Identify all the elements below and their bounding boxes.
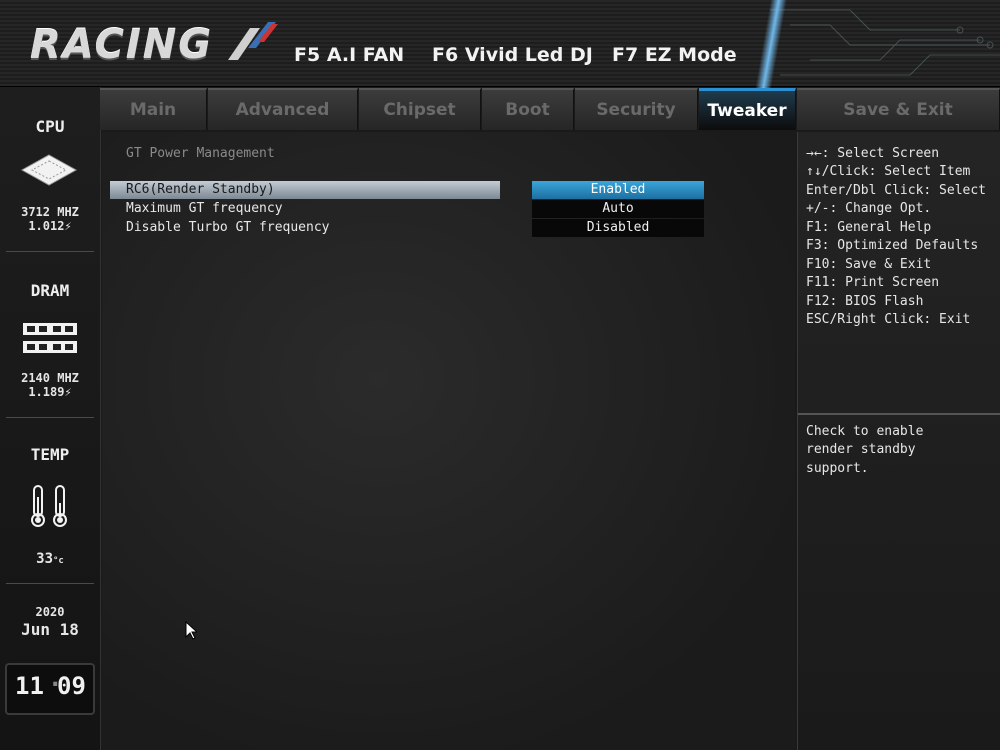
help-key-line: Enter/Dbl Click: Select bbox=[806, 183, 987, 198]
tab-save-exit[interactable]: Save & Exit bbox=[797, 88, 1000, 130]
ai-fan-button[interactable]: F5 A.I FAN bbox=[294, 44, 404, 66]
help-panel-divider bbox=[798, 413, 1000, 415]
celsius-icon: °c bbox=[53, 556, 64, 566]
section-title: GT Power Management bbox=[126, 146, 275, 161]
setting-name: Disable Turbo GT frequency bbox=[126, 220, 330, 235]
cpu-label: CPU bbox=[35, 117, 65, 136]
setting-row-disable-turbo-gt[interactable]: Disable Turbo GT frequency Disabled bbox=[110, 219, 704, 237]
voltage-bolt-icon: ⚡ bbox=[64, 219, 72, 233]
help-key-line: →←: Select Screen bbox=[806, 146, 940, 161]
cpu-voltage-row: 1.012⚡ bbox=[0, 219, 100, 233]
setting-value-rc6[interactable]: Enabled bbox=[532, 181, 704, 199]
clock-minutes: 09 bbox=[57, 672, 86, 700]
cpu-chip-icon bbox=[20, 154, 78, 186]
help-key-line: +/-: Change Opt. bbox=[806, 201, 932, 216]
voltage-bolt-icon: ⚡ bbox=[64, 385, 72, 399]
temp-row: 33°c bbox=[0, 552, 100, 568]
date-year: 2020 bbox=[35, 605, 65, 619]
help-key-line: ↑↓/Click: Select Item bbox=[806, 164, 971, 179]
dram-frequency: 2140 MHZ bbox=[21, 371, 79, 385]
dram-label: DRAM bbox=[30, 281, 70, 300]
mouse-pointer-icon bbox=[185, 621, 197, 640]
item-description-line: support. bbox=[806, 461, 869, 476]
tab-advanced[interactable]: Advanced bbox=[208, 88, 358, 130]
clock-hours: 11 bbox=[15, 672, 44, 700]
header: RACING F5 A.I FAN F6 Vivid Led DJ F7 EZ … bbox=[0, 0, 1000, 110]
sidebar-divider bbox=[6, 251, 94, 252]
help-key-line: ESC/Right Click: Exit bbox=[806, 312, 971, 327]
tab-bar: Main Advanced Chipset Boot Security Twea… bbox=[100, 88, 1000, 130]
setting-value-max-gt-frequency[interactable]: Auto bbox=[532, 200, 704, 218]
setting-name: RC6(Render Standby) bbox=[126, 182, 275, 197]
setting-name: Maximum GT frequency bbox=[126, 201, 283, 216]
tab-tweaker[interactable]: Tweaker bbox=[699, 88, 796, 130]
tab-main[interactable]: Main bbox=[100, 88, 207, 130]
tab-boot[interactable]: Boot bbox=[482, 88, 574, 130]
logo-mark-icon bbox=[228, 22, 278, 60]
sidebar-divider bbox=[6, 583, 94, 584]
item-description-line: render standby bbox=[806, 442, 916, 457]
help-panel: →←: Select Screen ↑↓/Click: Select Item … bbox=[797, 132, 1000, 750]
item-description-line: Check to enable bbox=[806, 424, 924, 439]
date-month-day: Jun 18 bbox=[21, 620, 79, 639]
help-key-line: F10: Save & Exit bbox=[806, 257, 932, 272]
help-key-line: F12: BIOS Flash bbox=[806, 294, 924, 309]
help-key-line: F1: General Help bbox=[806, 220, 932, 235]
dram-module-icon bbox=[23, 323, 77, 353]
setting-value-disable-turbo-gt[interactable]: Disabled bbox=[532, 219, 704, 237]
help-key-line: F11: Print Screen bbox=[806, 275, 940, 290]
vivid-led-dj-button[interactable]: F6 Vivid Led DJ bbox=[432, 44, 593, 66]
dram-voltage: 1.189 bbox=[28, 385, 65, 399]
temp-value: 33 bbox=[36, 551, 53, 567]
clock: 11 · 09 bbox=[5, 663, 95, 715]
thermometer-icon bbox=[31, 485, 67, 527]
racing-logo: RACING bbox=[30, 22, 214, 68]
help-key-line: F3: Optimized Defaults bbox=[806, 238, 979, 253]
temp-label: TEMP bbox=[30, 445, 70, 464]
cpu-voltage: 1.012 bbox=[28, 219, 65, 233]
dram-voltage-row: 1.189⚡ bbox=[0, 385, 100, 399]
cpu-frequency: 3712 MHZ bbox=[21, 205, 79, 219]
settings-panel: GT Power Management RC6(Render Standby) … bbox=[102, 132, 795, 750]
tab-security[interactable]: Security bbox=[575, 88, 698, 130]
ez-mode-button[interactable]: F7 EZ Mode bbox=[612, 44, 737, 66]
system-status-sidebar: CPU 3712 MHZ 1.012⚡ DRAM 2140 MHZ 1.189⚡… bbox=[0, 87, 101, 750]
setting-row-rc6[interactable]: RC6(Render Standby) Enabled bbox=[110, 181, 704, 199]
tab-chipset[interactable]: Chipset bbox=[359, 88, 481, 130]
sidebar-divider bbox=[6, 417, 94, 418]
setting-row-max-gt-frequency[interactable]: Maximum GT frequency Auto bbox=[110, 200, 704, 218]
